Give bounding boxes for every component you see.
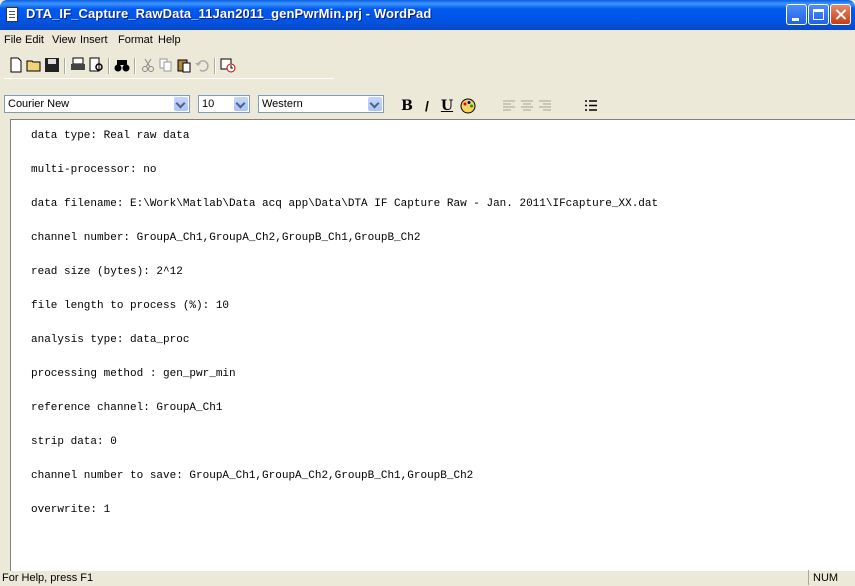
print-preview-icon[interactable]	[88, 57, 104, 73]
menu-insert[interactable]: Insert	[80, 34, 108, 46]
toolbar-separator	[134, 58, 136, 74]
menu-edit[interactable]: Edit	[25, 34, 44, 46]
chevron-down-icon[interactable]	[174, 97, 188, 111]
document-editor[interactable]: data type: Real raw data multi-processor…	[10, 119, 855, 571]
menu-help[interactable]: Help	[158, 34, 181, 46]
chevron-down-icon[interactable]	[368, 97, 382, 111]
close-button[interactable]	[830, 4, 851, 25]
status-bar: For Help, press F1 NUM	[0, 570, 855, 586]
print-icon[interactable]	[70, 57, 86, 73]
align-left-icon[interactable]	[502, 99, 516, 113]
align-center-icon[interactable]	[520, 99, 534, 113]
open-folder-icon[interactable]	[26, 57, 42, 73]
bold-button[interactable]: B	[398, 96, 416, 116]
menu-view[interactable]: View	[52, 34, 76, 46]
minimize-button[interactable]	[786, 4, 807, 25]
bullets-icon[interactable]	[584, 99, 598, 113]
document-line: multi-processor: no	[31, 164, 157, 176]
toolbar-separator	[214, 58, 216, 74]
color-palette-icon[interactable]	[460, 98, 476, 114]
standard-toolbar	[4, 52, 334, 79]
document-line: data type: Real raw data	[31, 130, 190, 142]
font-name-dropdown[interactable]: Courier New	[4, 95, 190, 113]
maximize-button[interactable]	[808, 4, 829, 25]
wordpad-document-icon[interactable]	[6, 7, 18, 22]
font-name-value: Courier New	[8, 98, 70, 110]
menu-file[interactable]: File	[4, 34, 22, 46]
num-lock-indicator: NUM	[808, 570, 844, 585]
undo-icon[interactable]	[194, 57, 210, 73]
menu-format[interactable]: Format	[118, 34, 153, 46]
window-title: DTA_IF_Capture_RawData_11Jan2011_genPwrM…	[26, 6, 432, 21]
document-line: file length to process (%): 10	[31, 300, 230, 312]
toolbar-separator	[64, 58, 66, 74]
document-line: channel number to save: GroupA_Ch1,Group…	[31, 470, 474, 482]
underline-button[interactable]: U	[438, 96, 456, 116]
find-binoculars-icon[interactable]	[114, 57, 130, 73]
script-value: Western	[262, 98, 303, 110]
document-line: data filename: E:\Work\Matlab\Data acq a…	[31, 198, 659, 210]
save-disk-icon[interactable]	[44, 57, 60, 73]
status-help-text: For Help, press F1	[2, 572, 94, 584]
document-line: analysis type: data_proc	[31, 334, 190, 346]
font-size-value: 10	[202, 98, 215, 110]
new-document-icon[interactable]	[8, 57, 24, 73]
script-dropdown[interactable]: Western	[258, 95, 384, 113]
title-bar[interactable]: DTA_IF_Capture_RawData_11Jan2011_genPwrM…	[0, 0, 855, 30]
document-line: reference channel: GroupA_Ch1	[31, 402, 223, 414]
copy-icon[interactable]	[158, 57, 174, 73]
insert-datetime-icon[interactable]	[220, 57, 236, 73]
document-line: channel number: GroupA_Ch1,GroupA_Ch2,Gr…	[31, 232, 421, 244]
document-line: processing method : gen_pwr_min	[31, 368, 236, 380]
italic-button[interactable]: /	[418, 96, 436, 116]
menu-bar: File Edit View Insert Format Help	[0, 30, 855, 50]
toolbar-separator	[108, 58, 110, 74]
document-line: read size (bytes): 2^12	[31, 266, 183, 278]
chevron-down-icon[interactable]	[234, 97, 248, 111]
cut-scissors-icon[interactable]	[140, 57, 156, 73]
document-line: overwrite: 1	[31, 504, 111, 516]
document-line: strip data: 0	[31, 436, 117, 448]
paste-icon[interactable]	[176, 57, 192, 73]
align-right-icon[interactable]	[538, 99, 552, 113]
font-size-dropdown[interactable]: 10	[198, 95, 250, 113]
